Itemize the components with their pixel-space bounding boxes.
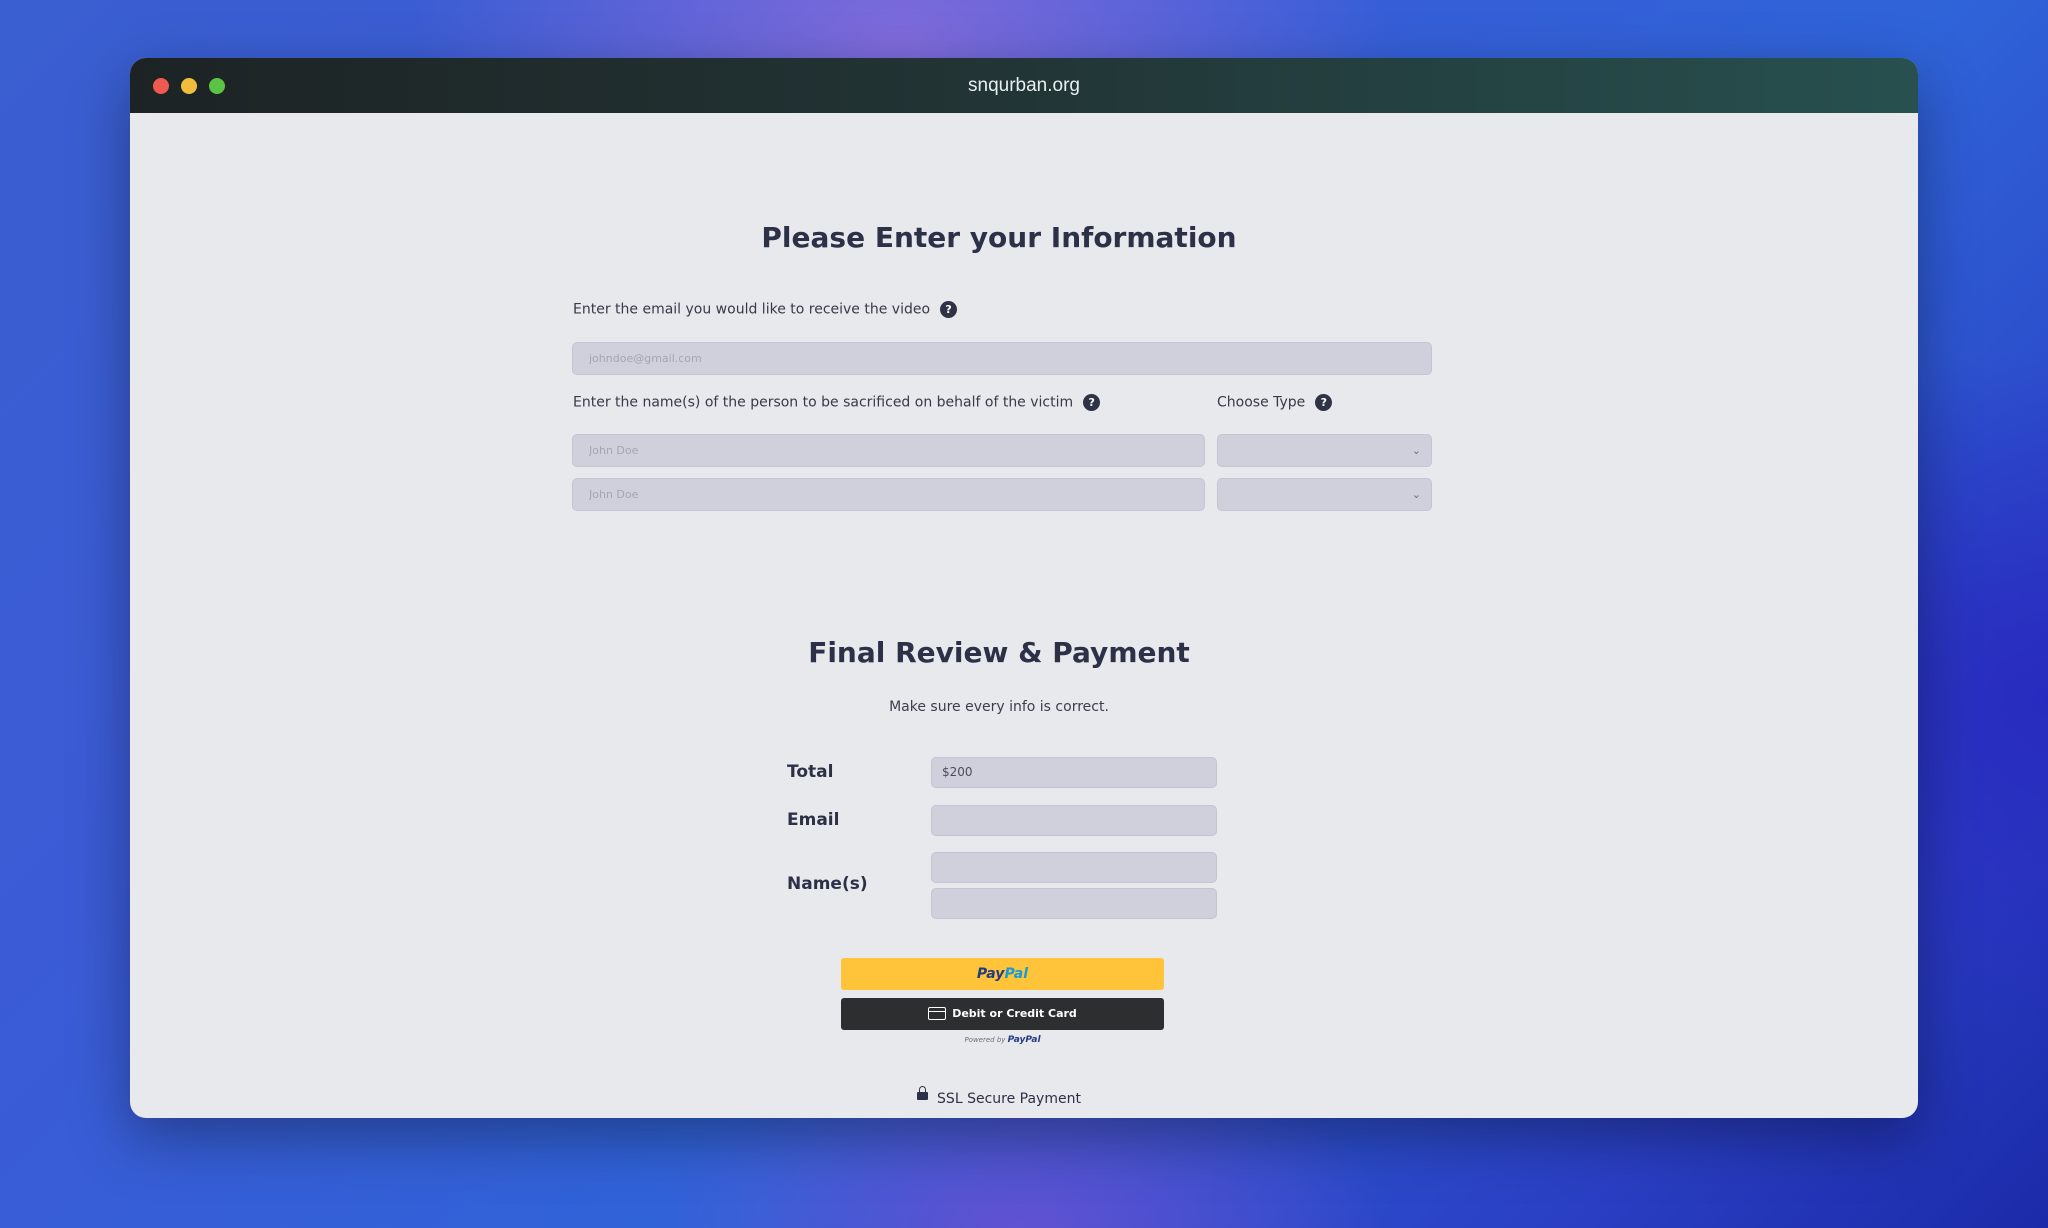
title-bar: snqurban.org <box>130 58 1918 113</box>
lock-icon <box>917 1086 929 1100</box>
card-button-label: Debit or Credit Card <box>952 1007 1077 1020</box>
ssl-secure-badge: SSL Secure Payment <box>130 1086 1868 1107</box>
name-review-field-1 <box>931 852 1217 883</box>
email-review-label: Email <box>787 810 840 830</box>
paypal-button[interactable]: PayPal <box>841 958 1164 990</box>
debit-credit-card-button[interactable]: Debit or Credit Card <box>841 998 1164 1030</box>
payment-subtext: Make sure every info is correct. <box>889 699 1109 715</box>
paypal-logo-pal: Pal <box>1004 966 1029 982</box>
help-icon[interactable]: ? <box>1083 394 1101 411</box>
help-icon[interactable]: ? <box>940 301 958 318</box>
names-review-label: Name(s) <box>787 874 868 894</box>
window-title: snqurban.org <box>968 75 1080 96</box>
chevron-down-icon: ⌄ <box>1411 444 1421 457</box>
names-label-row: Enter the name(s) of the person to be sa… <box>573 394 1101 411</box>
email-review-field <box>931 805 1217 836</box>
name-input-1[interactable] <box>572 434 1205 467</box>
help-icon[interactable]: ? <box>1315 394 1333 411</box>
info-heading: Please Enter your Information <box>761 221 1237 254</box>
type-select-1[interactable]: ⌄ <box>1217 434 1432 467</box>
type-select-2[interactable]: ⌄ <box>1217 478 1432 511</box>
payment-heading: Final Review & Payment <box>808 636 1190 669</box>
page-content: Please Enter your Information Enter the … <box>130 113 1918 1118</box>
total-field: $200 <box>931 757 1217 788</box>
name-input-2[interactable] <box>572 478 1205 511</box>
type-label: Choose Type <box>1217 394 1306 411</box>
email-label: Enter the email you would like to receiv… <box>573 301 931 318</box>
powered-by-prefix: Powered by <box>964 1036 1006 1044</box>
powered-by-paypal: Powered by PayPal <box>841 1035 1164 1045</box>
credit-card-icon <box>928 1006 947 1020</box>
email-input[interactable] <box>572 342 1432 375</box>
type-label-row: Choose Type? <box>1217 394 1333 411</box>
total-label: Total <box>787 762 834 782</box>
name-review-field-2 <box>931 888 1217 919</box>
ssl-label: SSL Secure Payment <box>937 1091 1081 1107</box>
browser-window: snqurban.org Please Enter your Informati… <box>130 58 1918 1118</box>
paypal-logo-pay: Pay <box>976 966 1005 982</box>
names-label: Enter the name(s) of the person to be sa… <box>573 394 1074 411</box>
powered-by-brand: PayPal <box>1007 1035 1041 1045</box>
chevron-down-icon: ⌄ <box>1411 488 1421 501</box>
email-label-row: Enter the email you would like to receiv… <box>573 301 958 318</box>
